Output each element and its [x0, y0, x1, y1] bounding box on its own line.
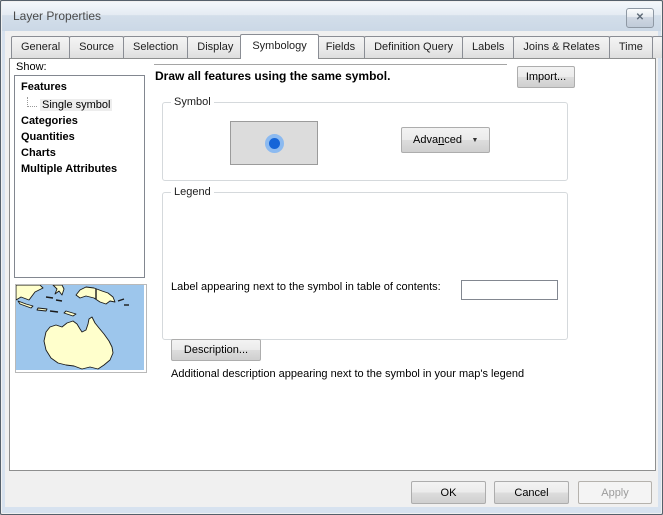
tree-item-quantities[interactable]: Quantities	[15, 129, 144, 145]
tree-item-multiple-attributes[interactable]: Multiple Attributes	[15, 161, 144, 177]
map-preview	[15, 284, 147, 373]
tab-strip: General Source Selection Display Symbolo…	[9, 34, 663, 59]
layer-properties-dialog: Layer Properties ✕ General Source Select…	[0, 0, 663, 515]
description-button[interactable]: Description...	[171, 339, 261, 361]
import-button[interactable]: Import...	[517, 66, 575, 88]
advanced-label: Advanced	[408, 134, 467, 146]
tab-display[interactable]: Display	[187, 36, 243, 58]
page-title: Draw all features using the same symbol.	[155, 69, 390, 83]
symbol-group: Symbol Advanced ▼	[162, 102, 568, 181]
ok-button[interactable]: OK	[411, 481, 486, 504]
legend-label-text: Label appearing next to the symbol in ta…	[171, 281, 441, 293]
symbology-tab-page: Show: Features Single symbol Categories …	[9, 58, 656, 471]
chevron-down-icon: ▼	[467, 137, 483, 144]
header-divider	[154, 64, 507, 65]
tree-item-charts[interactable]: Charts	[15, 145, 144, 161]
tree-branch-icon	[27, 97, 37, 107]
tab-source[interactable]: Source	[69, 36, 124, 58]
tree-item-categories[interactable]: Categories	[15, 113, 144, 129]
map-island-dash	[50, 311, 58, 312]
tree-item-label[interactable]: Single symbol	[40, 99, 112, 111]
cancel-button[interactable]: Cancel	[494, 481, 569, 504]
show-tree-list[interactable]: Features Single symbol Categories Quanti…	[14, 75, 145, 278]
point-symbol-icon	[265, 134, 284, 153]
legend-group-title: Legend	[171, 186, 214, 198]
map-preview-image	[16, 285, 144, 370]
legend-label-input[interactable]	[461, 280, 558, 300]
symbol-preview-button[interactable]	[230, 121, 318, 165]
show-label: Show:	[16, 61, 47, 73]
tab-symbology[interactable]: Symbology	[240, 34, 318, 59]
tree-item-features[interactable]: Features	[15, 79, 144, 95]
map-island-dash	[46, 297, 53, 298]
apply-button: Apply	[578, 481, 652, 504]
tab-fields[interactable]: Fields	[316, 36, 365, 58]
symbol-group-title: Symbol	[171, 96, 214, 108]
legend-additional-text: Additional description appearing next to…	[171, 368, 524, 380]
tab-joins-relates[interactable]: Joins & Relates	[513, 36, 609, 58]
tab-general[interactable]: General	[11, 36, 70, 58]
map-lesser-sunda	[37, 308, 47, 311]
tab-html-popup[interactable]: HTML Popup	[652, 36, 663, 58]
tree-item-single-symbol[interactable]: Single symbol	[15, 95, 144, 113]
window-title: Layer Properties	[13, 9, 101, 23]
title-bar[interactable]: Layer Properties ✕	[2, 2, 661, 32]
map-island-dash	[56, 300, 62, 301]
close-icon[interactable]: ✕	[626, 8, 654, 28]
tab-selection[interactable]: Selection	[123, 36, 188, 58]
advanced-dropdown-button[interactable]: Advanced ▼	[401, 127, 490, 153]
tab-time[interactable]: Time	[609, 36, 653, 58]
tab-labels[interactable]: Labels	[462, 36, 514, 58]
tab-definition-query[interactable]: Definition Query	[364, 36, 463, 58]
legend-group: Legend Label appearing next to the symbo…	[162, 192, 568, 340]
